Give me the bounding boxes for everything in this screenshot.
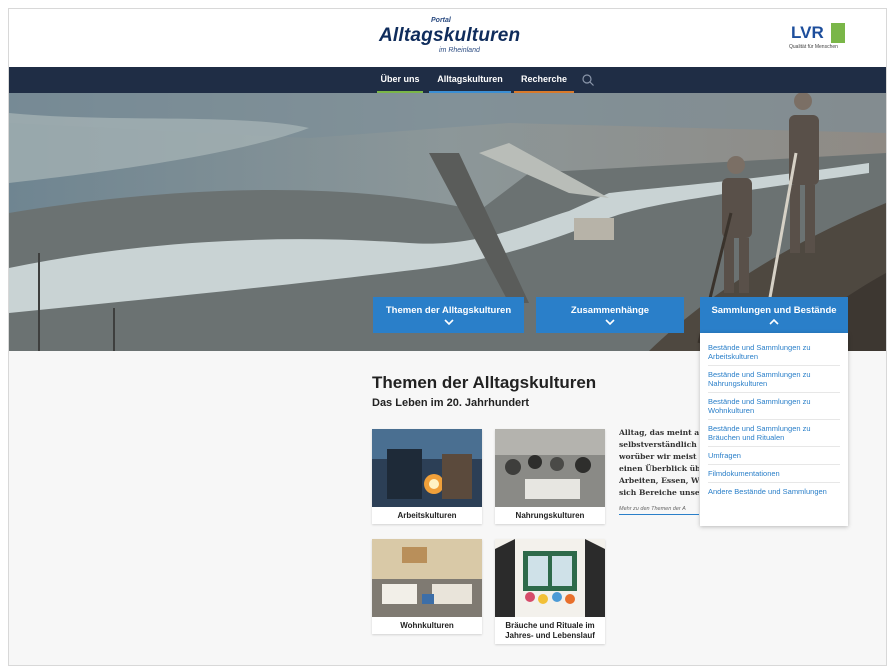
main-nav: Über uns Alltagskulturen Recherche [9,67,886,93]
lvr-logo-text: LVR [789,23,831,43]
dropdown-themen-label: Themen der Alltagskulturen [385,305,512,316]
card-braeuche[interactable]: Bräuche und Rituale im Jahres- und Leben… [495,539,605,644]
chevron-down-icon [443,319,454,325]
portal-logo[interactable]: Portal Alltagskulturen im Rheinland [379,17,521,61]
more-link[interactable]: Mehr zu den Themen der A [619,506,699,515]
intro-line: Arbeiten, Essen, Wol [619,476,699,485]
card-arbeitskulturen[interactable]: Arbeitskulturen [372,429,482,524]
lvr-tagline: Qualität für Menschen [789,44,838,50]
menu-item-nahrungskulturen[interactable]: Bestände und Sammlungen zu Nahrungskultu… [708,366,840,393]
nav-item-ueber-uns[interactable]: Über uns [377,67,423,93]
intro-line: einen Überblick über [619,464,699,473]
card-label: Wohnkulturen [400,621,454,630]
menu-item-umfragen[interactable]: Umfragen [708,447,840,465]
intro-line: selbstverständlich is [619,440,699,449]
sammlungen-menu: Bestände und Sammlungen zu Arbeitskultur… [700,333,848,526]
menu-item-andere[interactable]: Andere Bestände und Sammlungen [708,483,840,500]
intro-line: worüber wir meist ka [619,452,699,461]
chevron-up-icon [769,319,779,325]
menu-item-wohnkulturen[interactable]: Bestände und Sammlungen zu Wohnkulturen [708,393,840,420]
page-title: Themen der Alltagskulturen [372,373,597,392]
card-image [372,539,482,617]
intro-line: Alltag, das meint all [619,428,699,437]
card-image [495,429,605,507]
nav-item-alltagskulturen[interactable]: Alltagskulturen [429,67,511,93]
logo-small-text: Portal [431,17,451,24]
menu-item-braeuche[interactable]: Bestände und Sammlungen zu Bräuchen und … [708,420,840,447]
site-header: Portal Alltagskulturen im Rheinland LVR … [9,9,886,67]
intro-text: Alltag, das meint all selbstverständlich… [619,427,699,499]
page-frame: Portal Alltagskulturen im Rheinland LVR … [8,8,887,666]
dropdown-sammlungen-label: Sammlungen und Bestände [711,305,837,316]
logo-sub-text: im Rheinland [439,47,480,54]
page-subtitle: Das Leben im 20. Jahrhundert [372,397,530,409]
card-image [372,429,482,507]
card-label: Arbeitskulturen [397,511,457,520]
nav-item-recherche[interactable]: Recherche [514,67,574,93]
chevron-down-icon [605,319,615,325]
dropdown-themen[interactable]: Themen der Alltagskulturen [373,297,524,333]
dropdown-zusammenhaenge-label: Zusammenhänge [570,305,650,316]
card-nahrungskulturen[interactable]: Nahrungskulturen [495,429,605,524]
lvr-logo[interactable]: LVR Qualität für Menschen [789,23,849,51]
card-label: Bräuche und Rituale im Jahres- und Leben… [505,621,595,640]
intro-line: sich Bereiche unsere [619,488,699,497]
card-label: Nahrungskulturen [515,511,585,520]
search-icon[interactable] [581,73,595,87]
logo-main-text: Alltagskulturen [379,25,521,46]
menu-item-arbeitskulturen[interactable]: Bestände und Sammlungen zu Arbeitskultur… [708,339,840,366]
card-wohnkulturen[interactable]: Wohnkulturen [372,539,482,634]
menu-item-filmdokumentationen[interactable]: Filmdokumentationen [708,465,840,483]
dropdown-sammlungen[interactable]: Sammlungen und Bestände [700,297,848,333]
card-image [495,539,605,617]
dropdown-zusammenhaenge[interactable]: Zusammenhänge [536,297,684,333]
